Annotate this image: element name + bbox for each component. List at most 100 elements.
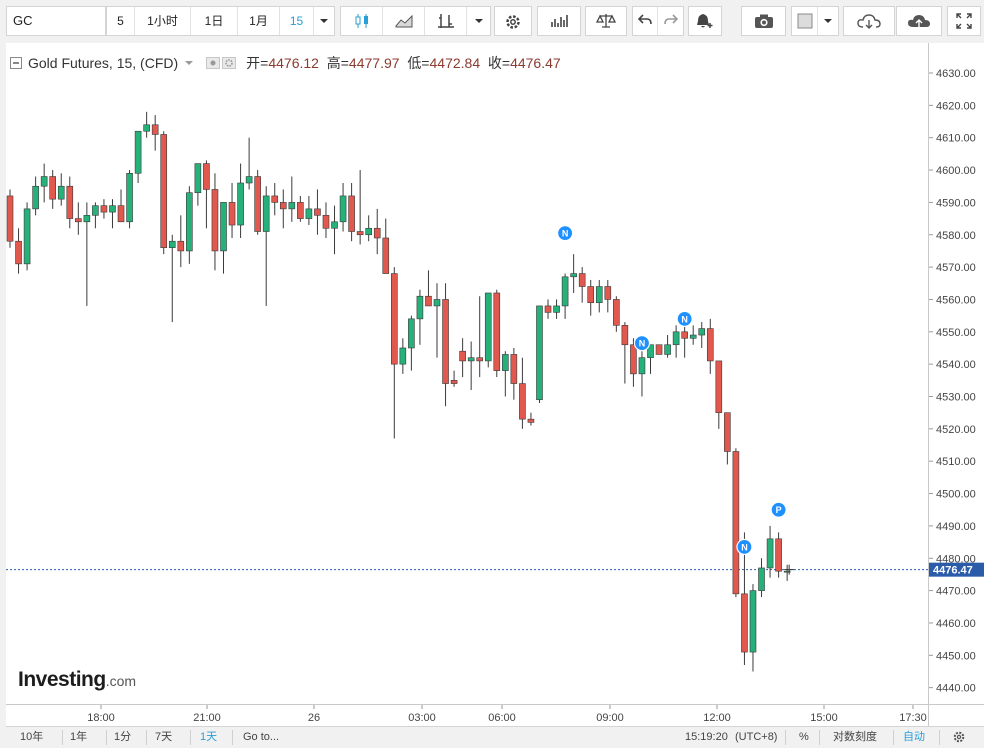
y-tick-label: 4460.00	[936, 618, 976, 630]
redo-button[interactable]	[658, 7, 683, 35]
candle-body	[638, 357, 646, 375]
time-axis[interactable]: 18:00 21:00 26 03:00 06:00 09:00 12:00 15:00 17:…	[6, 704, 928, 726]
divider	[232, 730, 233, 745]
fullscreen-button[interactable]	[948, 7, 980, 35]
candle-body	[151, 124, 159, 135]
area-chart-button[interactable]	[383, 7, 425, 35]
interval-dropdown[interactable]	[314, 7, 334, 35]
percent-toggle[interactable]: %	[799, 727, 809, 748]
high-value: 4477.97	[348, 55, 400, 71]
candle-body	[587, 286, 595, 303]
candle-body	[459, 350, 466, 362]
event-marker[interactable]: P	[770, 501, 787, 518]
event-marker[interactable]: N	[736, 538, 753, 556]
candle-body	[732, 451, 740, 595]
indicators-button[interactable]	[425, 7, 467, 35]
divider	[62, 730, 63, 745]
event-marker[interactable]: N	[556, 225, 574, 242]
chevron-down-icon	[474, 19, 483, 23]
symbol-input[interactable]: GC	[6, 6, 106, 36]
range-7d[interactable]: 7天	[155, 727, 172, 748]
settings-button[interactable]	[495, 7, 531, 35]
candle-body	[186, 192, 193, 252]
y-tick-label: 4500.00	[936, 489, 976, 501]
divider	[893, 730, 894, 745]
open-value: 4476.12	[268, 55, 319, 71]
chevron-down-icon[interactable]	[184, 58, 194, 68]
color-button[interactable]	[792, 7, 818, 35]
studies-group	[537, 6, 581, 36]
settings-group	[494, 6, 532, 36]
range-1d[interactable]: 1天	[200, 727, 217, 748]
y-tick-label: 4540.00	[936, 359, 976, 371]
color-group	[791, 6, 839, 36]
gear-icon[interactable]	[222, 57, 237, 69]
candle-body	[288, 202, 296, 210]
color-dropdown[interactable]	[818, 7, 838, 35]
load-layout-button[interactable]	[844, 7, 894, 35]
event-marker-label: N	[562, 229, 569, 239]
event-marker[interactable]: N	[633, 335, 651, 352]
studies-button[interactable]	[538, 7, 580, 35]
chevron-down-icon	[320, 19, 328, 23]
snapshot-button[interactable]	[742, 7, 785, 35]
interval-1m[interactable]: 1月	[238, 7, 280, 35]
clock: 15:19:20	[685, 731, 728, 743]
candle-body	[83, 215, 91, 223]
close-value: 4476.47	[510, 55, 561, 71]
candle-body	[493, 292, 501, 371]
event-marker-label: N	[639, 339, 646, 349]
undo-button[interactable]	[633, 7, 658, 35]
interval-1d[interactable]: 1日	[191, 7, 238, 35]
chart-type-dropdown[interactable]	[467, 7, 490, 35]
timezone-button[interactable]: (UTC+8)	[735, 727, 777, 748]
goto-button[interactable]: Go to...	[243, 727, 279, 748]
interval-15[interactable]: 15	[280, 7, 314, 35]
interval-5[interactable]: 5	[107, 7, 135, 35]
candle-body	[237, 182, 244, 226]
low-label: 低=	[407, 55, 430, 71]
candlestick-chart[interactable]: N N N N P	[6, 43, 928, 704]
add-alert-button[interactable]	[689, 7, 721, 35]
fullscreen-icon	[956, 13, 972, 29]
log-scale-toggle[interactable]: 对数刻度	[833, 727, 877, 748]
candles-button[interactable]	[341, 7, 383, 35]
scale-icon	[596, 14, 616, 28]
fullscreen-group	[947, 6, 981, 36]
candle-body	[297, 202, 304, 219]
close-label: 收=	[487, 55, 511, 71]
interval-1h[interactable]: 1小时	[135, 7, 191, 35]
eye-icon[interactable]	[206, 57, 221, 69]
y-tick-label: 4440.00	[936, 683, 976, 695]
divider	[785, 730, 786, 745]
candle-body	[399, 347, 407, 365]
auto-scale-toggle[interactable]: 自动	[903, 727, 925, 748]
color-square-icon	[797, 13, 812, 29]
candle-body	[100, 205, 108, 213]
save-layout-button[interactable]	[897, 7, 941, 35]
range-10y[interactable]: 10年	[20, 727, 43, 748]
candle-body	[689, 334, 697, 339]
price-axis[interactable]: 4440.00 4450.00 4460.00 4470.00 4480.00 4490.…	[928, 43, 984, 704]
range-1min[interactable]: 1分	[114, 727, 131, 748]
event-marker[interactable]: N	[676, 310, 693, 327]
gear-icon[interactable]	[952, 730, 966, 744]
candle-body	[211, 189, 219, 252]
high-label: 高=	[326, 55, 349, 71]
undo-icon	[638, 14, 652, 25]
candle-body	[425, 295, 432, 307]
candle-body	[536, 305, 543, 401]
candle-body	[348, 195, 355, 232]
candle-body	[49, 176, 57, 200]
range-1y[interactable]: 1年	[70, 727, 87, 748]
candle-body	[126, 172, 133, 223]
compare-button[interactable]	[586, 7, 626, 35]
y-tick-label: 4590.00	[936, 197, 976, 209]
chart-pane[interactable]: N N N N P	[6, 43, 928, 704]
collapse-legend-icon[interactable]	[10, 57, 22, 69]
candle-body	[32, 185, 39, 210]
chevron-down-icon	[824, 19, 832, 23]
candle-body	[203, 163, 210, 190]
x-tick-label: 17:30	[899, 712, 927, 724]
candle-body	[322, 215, 330, 229]
